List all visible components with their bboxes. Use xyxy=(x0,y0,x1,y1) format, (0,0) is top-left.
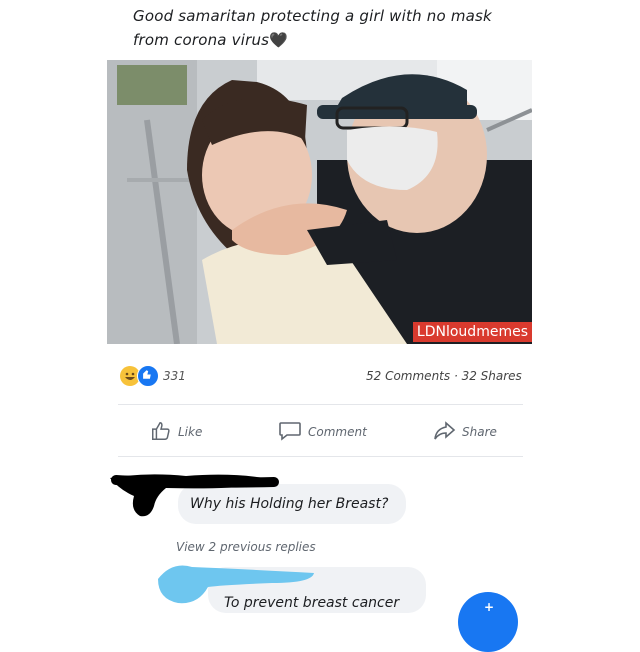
view-previous-replies-link[interactable]: View 2 previous replies xyxy=(176,540,316,554)
plus-icon: + xyxy=(484,600,495,614)
comment-button[interactable]: Comment xyxy=(278,418,367,446)
thumbs-up-icon xyxy=(150,420,172,445)
photo-illustration xyxy=(107,60,532,344)
post-actions: Like Comment Share xyxy=(110,418,530,446)
post-photo[interactable]: LDNloudmemes xyxy=(107,60,532,344)
reactions-summary[interactable]: 331 xyxy=(120,365,186,387)
divider-top xyxy=(118,404,523,405)
add-fab-button[interactable]: + xyxy=(458,592,518,652)
redaction-scribble-blue xyxy=(158,565,314,604)
share-button[interactable]: Share xyxy=(432,418,497,446)
post-caption: Good samaritan protecting a girl with no… xyxy=(133,4,513,52)
share-arrow-icon xyxy=(432,420,456,445)
reaction-count: 331 xyxy=(163,369,186,383)
black-heart-emoji: 🖤 xyxy=(269,31,289,49)
caption-line-2: from corona virus🖤 xyxy=(133,28,513,52)
share-label: Share xyxy=(462,425,497,439)
comments-shares-count[interactable]: 52 Comments · 32 Shares xyxy=(366,369,522,383)
like-icon xyxy=(137,365,159,387)
comment-label: Comment xyxy=(308,425,367,439)
like-button[interactable]: Like xyxy=(150,418,202,446)
caption-line-2-text: from corona virus xyxy=(133,31,270,49)
watermark-label: LDNloudmemes xyxy=(412,322,532,342)
comment-bubble-icon xyxy=(278,420,302,445)
divider-bottom xyxy=(118,456,523,457)
caption-line-1: Good samaritan protecting a girl with no… xyxy=(133,7,492,25)
like-label: Like xyxy=(178,425,203,439)
redaction-scribble-black xyxy=(110,474,279,517)
